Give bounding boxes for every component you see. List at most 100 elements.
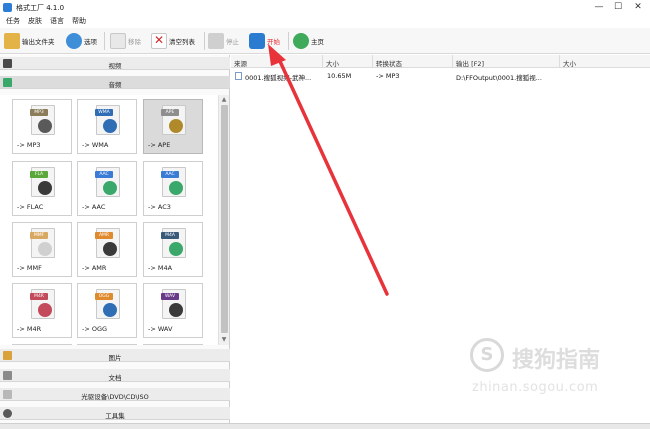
- format-tile-partial[interactable]: [143, 344, 203, 345]
- category-panel: 视频 音频 MP3 -> MP3 WMA -> WMA APE -> APE FLA -> F…: [0, 55, 230, 429]
- toolbar: 输出文件夹 选项 移除 ✕ 清空列表 停止 开始 主页: [0, 28, 650, 54]
- format-tag: M4R: [30, 293, 48, 300]
- clear-list-button[interactable]: ✕ 清空列表: [151, 32, 195, 50]
- format-tile[interactable]: AAC -> AC3: [143, 161, 203, 216]
- watermark-logo-icon: S: [470, 338, 504, 372]
- menu-task[interactable]: 任务: [6, 16, 20, 26]
- format-glyph-icon: [38, 303, 52, 317]
- home-button[interactable]: 主页: [293, 32, 324, 50]
- category-audio[interactable]: 音频: [0, 76, 230, 89]
- format-tag: WMA: [95, 109, 113, 116]
- toolbar-divider: [204, 32, 205, 50]
- remove-file-icon: [110, 33, 126, 49]
- format-glyph-icon: [38, 181, 52, 195]
- menu-help[interactable]: 帮助: [72, 16, 86, 26]
- title-bar: 格式工厂 4.1.0 — ☐ ✕: [0, 0, 650, 15]
- start-button[interactable]: 开始: [249, 32, 280, 50]
- category-toolbox[interactable]: 工具集: [0, 407, 230, 420]
- minimize-button[interactable]: —: [592, 1, 606, 13]
- cell-size: 10.65M: [327, 72, 352, 80]
- scroll-down-icon[interactable]: ▼: [219, 336, 229, 344]
- column-header-size[interactable]: 大小: [323, 55, 373, 68]
- format-glyph-icon: [103, 303, 117, 317]
- menu-skin[interactable]: 皮肤: [28, 16, 42, 26]
- format-label: -> OGG: [82, 325, 108, 333]
- table-row[interactable]: 0001.搜狐视频-武神... 10.65M -> MP3 D:\FFOutpu…: [231, 69, 650, 82]
- scroll-up-icon[interactable]: ▲: [219, 96, 229, 104]
- format-tag: APE: [161, 109, 179, 116]
- status-bar: [0, 423, 650, 429]
- format-label: -> M4A: [148, 264, 173, 272]
- clear-x-icon: ✕: [151, 33, 167, 49]
- format-grid-scrollbar[interactable]: ▲ ▼: [218, 95, 229, 345]
- menu-bar: 任务 皮肤 语言 帮助: [0, 15, 650, 27]
- format-tile[interactable]: WAV -> WAV: [143, 283, 203, 338]
- format-tile[interactable]: FLA -> FLAC: [12, 161, 72, 216]
- format-tile[interactable]: APE -> APE: [143, 99, 203, 154]
- column-header-output-size[interactable]: 大小: [560, 55, 650, 68]
- category-image[interactable]: 图片: [0, 349, 230, 362]
- format-label: -> WMA: [82, 141, 109, 149]
- category-document[interactable]: 文档: [0, 369, 230, 382]
- gear-icon: [66, 33, 82, 49]
- format-label: -> WAV: [148, 325, 173, 333]
- format-tile[interactable]: AAC -> AAC: [77, 161, 137, 216]
- app-logo-icon: [3, 3, 12, 12]
- toolbar-divider: [288, 32, 289, 50]
- format-glyph-icon: [103, 242, 117, 256]
- format-tile[interactable]: OGG -> OGG: [77, 283, 137, 338]
- format-glyph-icon: [169, 242, 183, 256]
- stop-icon: [208, 33, 224, 49]
- options-button[interactable]: 选项: [66, 32, 97, 50]
- format-tile-partial[interactable]: [12, 344, 72, 345]
- format-tag: AAC: [161, 171, 179, 178]
- format-label: -> FLAC: [17, 203, 44, 211]
- category-video[interactable]: 视频: [0, 57, 230, 70]
- format-tile[interactable]: M4A -> M4A: [143, 222, 203, 277]
- category-optical-drive[interactable]: 光驱设备\DVD\CD\ISO: [0, 388, 230, 401]
- window-title: 格式工厂 4.1.0: [16, 4, 65, 12]
- close-button[interactable]: ✕: [631, 1, 645, 13]
- scroll-thumb[interactable]: [221, 105, 228, 333]
- maximize-button[interactable]: ☐: [611, 1, 625, 13]
- format-label: -> MP3: [17, 141, 41, 149]
- format-tile[interactable]: M4R -> M4R: [12, 283, 72, 338]
- output-folder-button[interactable]: 输出文件夹: [4, 32, 55, 50]
- format-glyph-icon: [169, 303, 183, 317]
- watermark-url: zhinan.sogou.com: [472, 380, 599, 395]
- folder-icon: [4, 33, 20, 49]
- watermark: S 搜狗指南 zhinan.sogou.com: [470, 338, 645, 408]
- format-label: -> AAC: [82, 203, 106, 211]
- format-label: -> APE: [148, 141, 171, 149]
- format-tile[interactable]: WMA -> WMA: [77, 99, 137, 154]
- format-tile[interactable]: MMF -> MMF: [12, 222, 72, 277]
- format-label: -> MMF: [17, 264, 42, 272]
- format-label: -> AMR: [82, 264, 107, 272]
- format-label: -> AC3: [148, 203, 171, 211]
- remove-button[interactable]: 移除: [110, 32, 141, 50]
- play-icon: [249, 33, 265, 49]
- menu-language[interactable]: 语言: [50, 16, 64, 26]
- watermark-text: 搜狗指南: [512, 348, 601, 373]
- stop-button[interactable]: 停止: [208, 32, 239, 50]
- format-tag: WAV: [161, 293, 179, 300]
- format-tile[interactable]: AMR -> AMR: [77, 222, 137, 277]
- format-glyph-icon: [169, 181, 183, 195]
- cell-status: -> MP3: [376, 72, 400, 80]
- format-tile[interactable]: MP3 -> MP3: [12, 99, 72, 154]
- format-label: -> M4R: [17, 325, 42, 333]
- cell-source: 0001.搜狐视频-武神...: [245, 74, 312, 82]
- column-header-status[interactable]: 转换状态: [373, 55, 453, 68]
- format-tag: MMF: [30, 232, 48, 239]
- format-tag: M4A: [161, 232, 179, 239]
- format-tag: AAC: [95, 171, 113, 178]
- toolbar-divider: [104, 32, 105, 50]
- format-tag: OGG: [95, 293, 113, 300]
- format-glyph-icon: [169, 119, 183, 133]
- column-header-output[interactable]: 输出 [F2]: [453, 55, 560, 68]
- column-header-source[interactable]: 来源: [231, 55, 323, 68]
- format-tag: MP3: [30, 109, 48, 116]
- format-glyph-icon: [38, 242, 52, 256]
- format-tile-partial[interactable]: [77, 344, 137, 345]
- format-tag: FLA: [30, 171, 48, 178]
